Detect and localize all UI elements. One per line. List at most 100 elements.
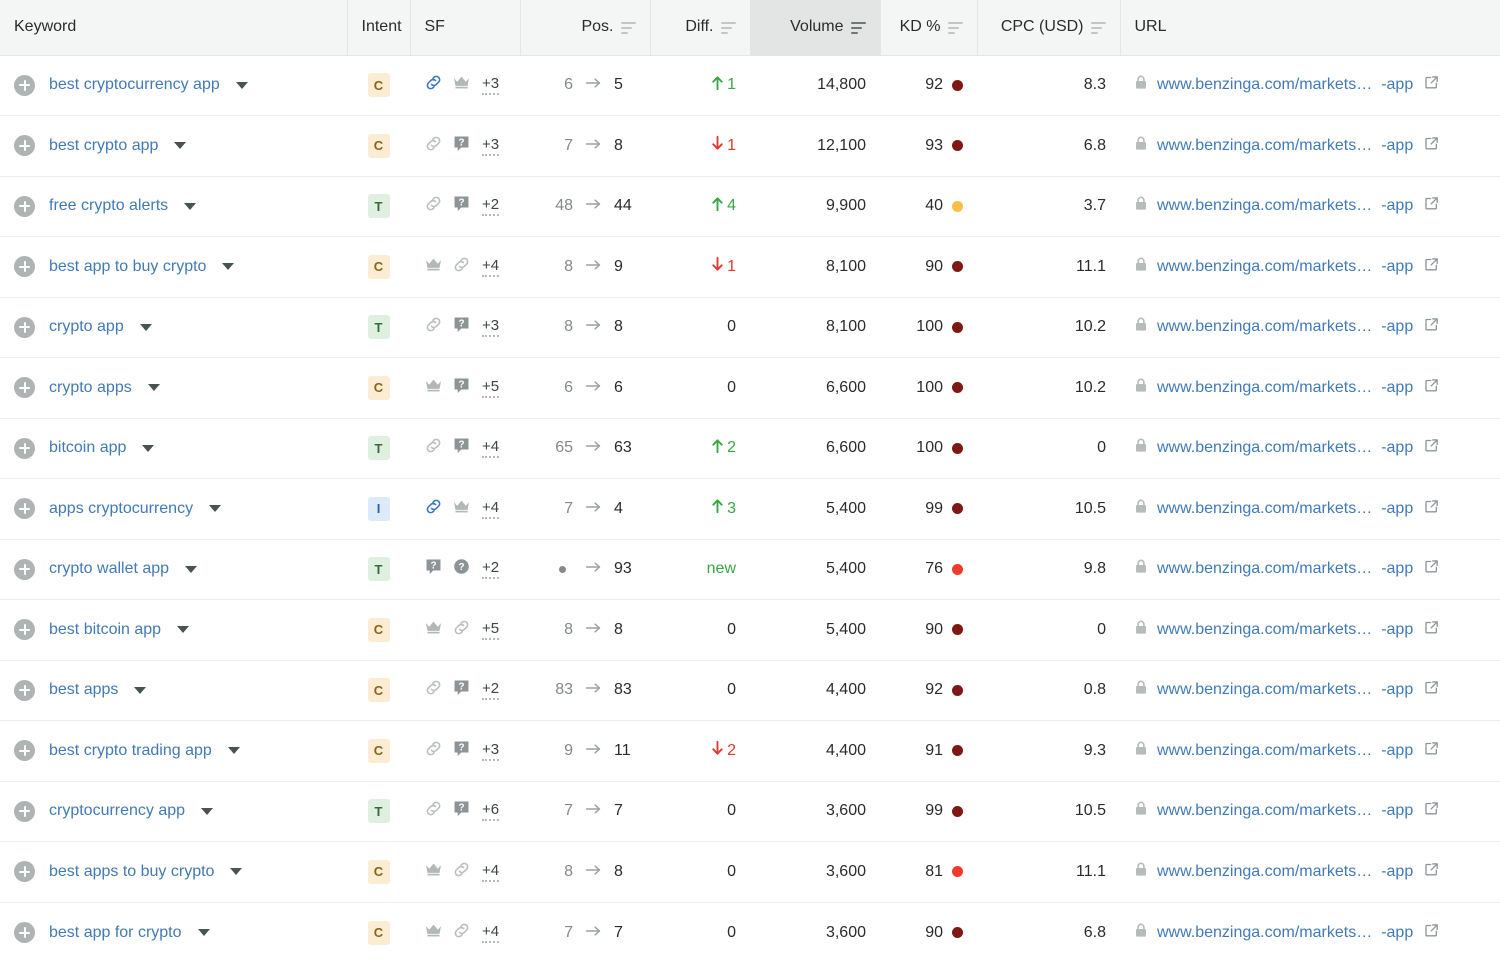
external-link-icon[interactable]	[1422, 862, 1439, 882]
serp-features-more[interactable]: +6	[482, 801, 500, 822]
chevron-down-icon[interactable]	[209, 505, 222, 513]
url-link[interactable]: www.benzinga.com/markets…	[1157, 802, 1372, 820]
link-icon[interactable]	[424, 134, 443, 158]
crown-icon[interactable]	[452, 73, 471, 97]
link-icon[interactable]	[424, 678, 443, 702]
link-icon[interactable]	[452, 255, 471, 279]
link-icon[interactable]	[452, 921, 471, 945]
link-icon[interactable]	[424, 436, 443, 460]
chevron-down-icon[interactable]	[197, 929, 210, 936]
serp-features-more[interactable]: +5	[482, 620, 500, 640]
intent-badge[interactable]: T	[367, 315, 390, 340]
keyword-link[interactable]: best apps to buy crypto	[49, 863, 214, 881]
add-keyword-icon[interactable]	[14, 256, 35, 278]
crown-icon[interactable]	[424, 255, 443, 279]
serp-features-more[interactable]: +4	[482, 862, 500, 882]
intent-badge[interactable]: C	[367, 375, 390, 400]
keyword-link[interactable]: crypto app	[49, 318, 124, 336]
question-box-icon[interactable]: ?	[452, 194, 471, 218]
question-box-icon[interactable]: ?	[452, 315, 471, 339]
serp-features-more[interactable]: +2	[482, 196, 500, 217]
crown-icon[interactable]	[424, 376, 443, 400]
chevron-down-icon[interactable]	[174, 142, 187, 150]
url-link[interactable]: www.benzinga.com/markets…	[1157, 560, 1372, 578]
chevron-down-icon[interactable]	[235, 81, 248, 89]
add-keyword-icon[interactable]	[14, 195, 35, 217]
link-icon[interactable]	[424, 194, 443, 218]
intent-badge[interactable]: T	[367, 194, 390, 219]
intent-badge[interactable]: C	[367, 73, 390, 98]
external-link-icon[interactable]	[1422, 620, 1439, 640]
keyword-link[interactable]: best cryptocurrency app	[49, 76, 220, 94]
link-icon[interactable]	[424, 315, 443, 339]
crown-icon[interactable]	[452, 497, 471, 521]
chevron-down-icon[interactable]	[139, 323, 152, 331]
intent-badge[interactable]: C	[367, 920, 390, 945]
url-link[interactable]: www.benzinga.com/markets…	[1157, 197, 1372, 215]
column-header-diff[interactable]: Diff.	[649, 0, 750, 56]
keyword-link[interactable]: bitcoin app	[49, 439, 126, 457]
chevron-down-icon[interactable]	[201, 807, 214, 815]
intent-badge[interactable]: C	[367, 859, 390, 884]
keyword-link[interactable]: best bitcoin app	[49, 621, 161, 639]
crown-icon[interactable]	[424, 860, 443, 884]
keyword-link[interactable]: free crypto alerts	[49, 197, 168, 215]
column-header-cpc[interactable]: CPC (USD)	[976, 0, 1120, 56]
url-link[interactable]: www.benzinga.com/markets…	[1157, 681, 1372, 699]
link-icon[interactable]	[452, 618, 471, 642]
keyword-link[interactable]: best app for crypto	[49, 924, 182, 942]
question-circle-icon[interactable]: ?	[452, 557, 471, 581]
chevron-down-icon[interactable]	[177, 626, 190, 634]
external-link-icon[interactable]	[1422, 680, 1439, 700]
link-icon[interactable]	[424, 799, 443, 823]
external-link-icon[interactable]	[1422, 741, 1439, 761]
external-link-icon[interactable]	[1422, 317, 1439, 337]
intent-badge[interactable]: C	[367, 738, 390, 763]
intent-badge[interactable]: T	[367, 436, 390, 461]
serp-features-more[interactable]: +4	[482, 499, 500, 519]
chevron-down-icon[interactable]	[134, 686, 147, 694]
serp-features-more[interactable]: +3	[482, 75, 500, 96]
add-keyword-icon[interactable]	[14, 861, 35, 883]
chevron-down-icon[interactable]	[184, 202, 197, 210]
keyword-link[interactable]: cryptocurrency app	[49, 802, 185, 820]
external-link-icon[interactable]	[1422, 257, 1439, 277]
external-link-icon[interactable]	[1422, 136, 1439, 156]
url-link[interactable]: www.benzinga.com/markets…	[1157, 76, 1372, 94]
crown-icon[interactable]	[424, 618, 443, 642]
chevron-down-icon[interactable]	[142, 444, 155, 452]
url-link[interactable]: www.benzinga.com/markets…	[1157, 924, 1372, 942]
keyword-link[interactable]: apps cryptocurrency	[49, 500, 193, 518]
serp-features-more[interactable]: +2	[482, 680, 500, 701]
add-keyword-icon[interactable]	[14, 437, 35, 459]
url-link[interactable]: www.benzinga.com/markets…	[1157, 742, 1372, 760]
serp-features-more[interactable]: +3	[482, 317, 500, 338]
question-box-icon[interactable]: ?	[452, 376, 471, 400]
external-link-icon[interactable]	[1422, 801, 1439, 821]
link-icon[interactable]	[424, 73, 443, 97]
url-link[interactable]: www.benzinga.com/markets…	[1157, 500, 1372, 518]
question-box-icon[interactable]: ?	[452, 739, 471, 763]
serp-features-more[interactable]: +4	[482, 438, 500, 459]
external-link-icon[interactable]	[1422, 196, 1439, 216]
url-link[interactable]: www.benzinga.com/markets…	[1157, 621, 1372, 639]
url-link[interactable]: www.benzinga.com/markets…	[1157, 439, 1372, 457]
external-link-icon[interactable]	[1422, 559, 1439, 579]
intent-badge[interactable]: C	[367, 133, 390, 158]
add-keyword-icon[interactable]	[14, 316, 35, 338]
keyword-link[interactable]: best app to buy crypto	[49, 258, 206, 276]
external-link-icon[interactable]	[1422, 378, 1439, 398]
external-link-icon[interactable]	[1422, 75, 1439, 95]
column-header-pos[interactable]: Pos.	[519, 0, 650, 56]
link-icon[interactable]	[424, 739, 443, 763]
keyword-link[interactable]: crypto wallet app	[49, 560, 169, 578]
add-keyword-icon[interactable]	[14, 558, 35, 580]
chevron-down-icon[interactable]	[147, 384, 160, 392]
external-link-icon[interactable]	[1422, 438, 1439, 458]
serp-features-more[interactable]: +5	[482, 378, 500, 398]
add-keyword-icon[interactable]	[14, 922, 35, 943]
question-box-icon[interactable]: ?	[424, 557, 443, 581]
url-link[interactable]: www.benzinga.com/markets…	[1157, 258, 1372, 276]
link-icon[interactable]	[424, 497, 443, 521]
question-box-icon[interactable]: ?	[452, 134, 471, 158]
